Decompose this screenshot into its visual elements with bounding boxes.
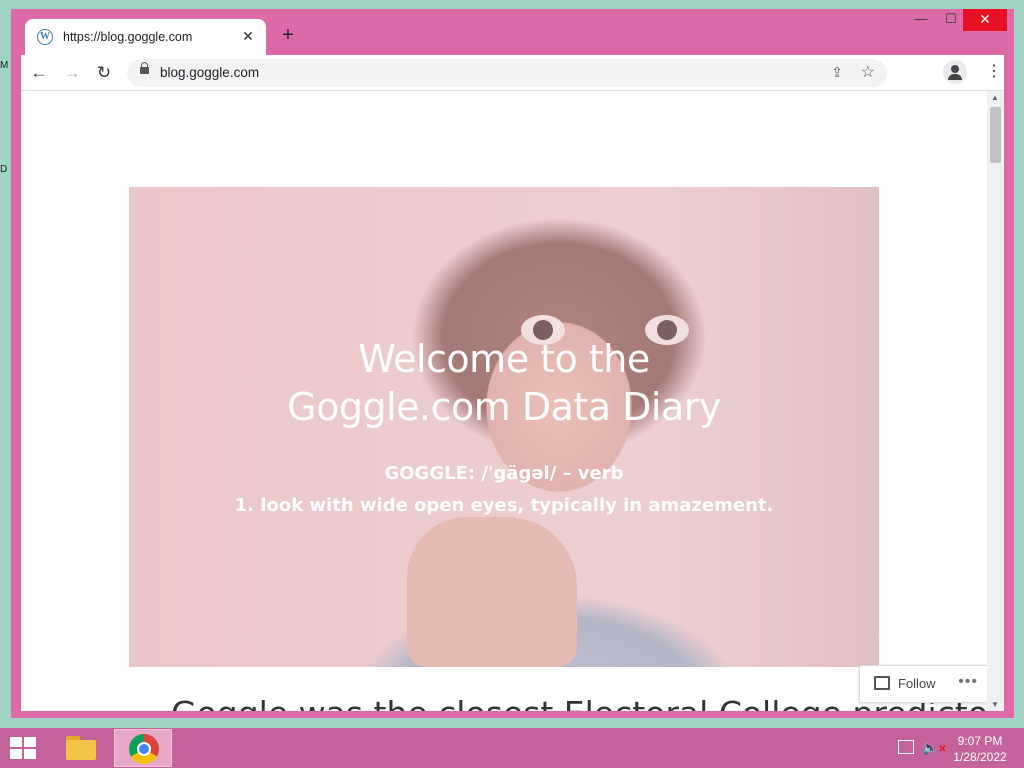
hero-title-line2: Goggle.com Data Diary [287, 385, 721, 429]
follow-button-label[interactable]: Follow [898, 676, 936, 691]
minimize-button[interactable]: — [907, 9, 935, 31]
address-url[interactable]: blog.goggle.com [160, 65, 259, 80]
hero-definition-term: GOGGLE: /ˈgägəl/ – verb [384, 463, 624, 484]
taskbar-clock[interactable]: 9:07 PM 1/28/2022 [946, 733, 1014, 765]
wordpress-icon: W [37, 29, 53, 45]
scroll-down-arrow-icon[interactable]: ▼ [991, 700, 999, 709]
browser-toolbar: ← → ↻ blog.goggle.com ⇪ ☆ ⋮ [21, 55, 1004, 90]
new-tab-button[interactable]: + [277, 24, 299, 46]
scroll-up-arrow-icon[interactable]: ▲ [991, 93, 999, 102]
windows-logo-icon [10, 749, 22, 759]
lock-icon[interactable] [140, 62, 149, 74]
browser-window: W https://blog.goggle.com ✕ + — ☐ ✕ ← → … [11, 9, 1014, 718]
clock-time: 9:07 PM [957, 734, 1003, 748]
clock-date: 1/28/2022 [953, 750, 1007, 764]
profile-avatar-button[interactable] [943, 60, 967, 84]
windows-logo-icon [10, 737, 22, 747]
address-bar[interactable]: blog.goggle.com ⇪ ☆ [127, 59, 887, 87]
page-viewport: Welcome to the Goggle.com Data Diary GOG… [21, 90, 1004, 711]
start-button[interactable] [10, 737, 38, 761]
windows-logo-icon [24, 737, 36, 747]
hero-title-line1: Welcome to the [358, 337, 650, 381]
taskbar: 🔈✕ 9:07 PM 1/28/2022 [0, 728, 1024, 768]
more-options-icon[interactable]: ••• [958, 673, 978, 691]
hero-banner: Welcome to the Goggle.com Data Diary GOG… [129, 187, 879, 667]
windows-logo-icon [24, 749, 36, 759]
maximize-button[interactable]: ☐ [937, 9, 965, 31]
forward-button[interactable]: → [60, 61, 84, 85]
hero-title: Welcome to the Goggle.com Data Diary [129, 335, 879, 431]
share-icon[interactable]: ⇪ [831, 64, 843, 81]
reload-button[interactable]: ↻ [92, 61, 116, 85]
speaker-icon: 🔈 [922, 740, 939, 755]
hero-definition-meaning: 1. look with wide open eyes, typically i… [234, 495, 774, 516]
browser-menu-button[interactable]: ⋮ [985, 61, 1003, 85]
close-window-button[interactable]: ✕ [963, 9, 1007, 31]
bookmark-star-icon[interactable]: ☆ [861, 62, 875, 82]
tab-title: https://blog.goggle.com [63, 30, 193, 44]
browser-tab[interactable]: W https://blog.goggle.com ✕ [25, 19, 266, 55]
volume-muted-icon[interactable]: 🔈✕ [922, 740, 947, 756]
file-explorer-taskbar-button[interactable] [64, 734, 98, 762]
chrome-icon [129, 734, 159, 764]
page-scrollbar[interactable]: ▲ ▼ [987, 91, 1004, 711]
follow-icon [874, 676, 890, 690]
tab-close-icon[interactable]: ✕ [238, 26, 258, 46]
scrollbar-thumb[interactable] [990, 107, 1001, 163]
chrome-taskbar-button[interactable] [114, 729, 172, 767]
folder-icon [66, 740, 96, 760]
follow-widget[interactable]: Follow ••• [859, 665, 989, 703]
back-button[interactable]: ← [27, 61, 51, 85]
network-icon[interactable] [898, 740, 914, 754]
